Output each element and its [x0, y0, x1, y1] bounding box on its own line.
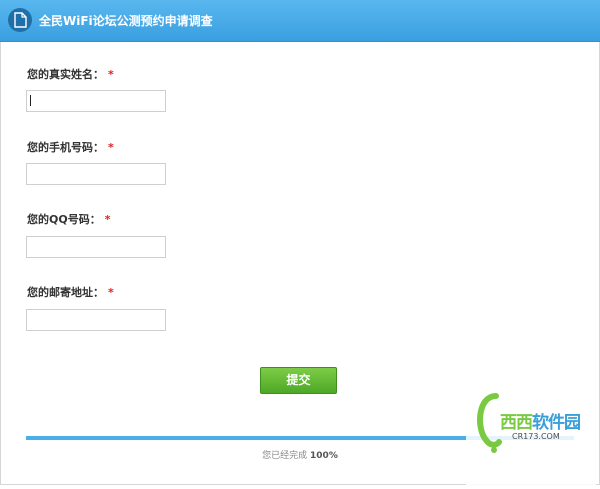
address-input[interactable]	[26, 309, 166, 331]
watermark-logo: 西西软件园 CR173.COM	[466, 380, 596, 485]
progress-label: 您已经完成	[262, 451, 308, 461]
phone-label-text: 您的手机号码：	[27, 141, 104, 154]
required-mark: *	[108, 286, 114, 299]
document-icon	[8, 8, 32, 32]
title-bar: 全民WiFi论坛公测预约申请调查	[0, 0, 600, 42]
watermark-brand-part1: 西西	[500, 413, 533, 433]
cr-logo-icon	[477, 393, 502, 453]
watermark-brand-part2: 软件园	[532, 413, 581, 433]
watermark-url: CR173.COM	[512, 432, 560, 441]
text-caret	[30, 95, 31, 106]
phone-input[interactable]	[26, 163, 166, 185]
required-mark: *	[104, 213, 111, 226]
address-label-text: 您的邮寄地址：	[27, 286, 104, 299]
submit-button[interactable]: 提交	[260, 367, 337, 394]
qq-label: 您的QQ号码： *	[27, 211, 110, 227]
phone-label: 您的手机号码： *	[27, 139, 114, 155]
name-input[interactable]	[26, 90, 166, 112]
qq-input[interactable]	[26, 236, 166, 258]
progress-value: 100%	[310, 451, 338, 461]
qq-label-text: 您的QQ号码：	[27, 213, 101, 226]
name-label: 您的真实姓名： *	[27, 66, 114, 82]
name-label-text: 您的真实姓名：	[27, 68, 104, 81]
page-title: 全民WiFi论坛公测预约申请调查	[39, 14, 213, 28]
address-label: 您的邮寄地址： *	[27, 284, 114, 300]
watermark-brand: 西西软件园	[500, 408, 581, 433]
required-mark: *	[108, 141, 114, 154]
required-mark: *	[108, 68, 114, 81]
